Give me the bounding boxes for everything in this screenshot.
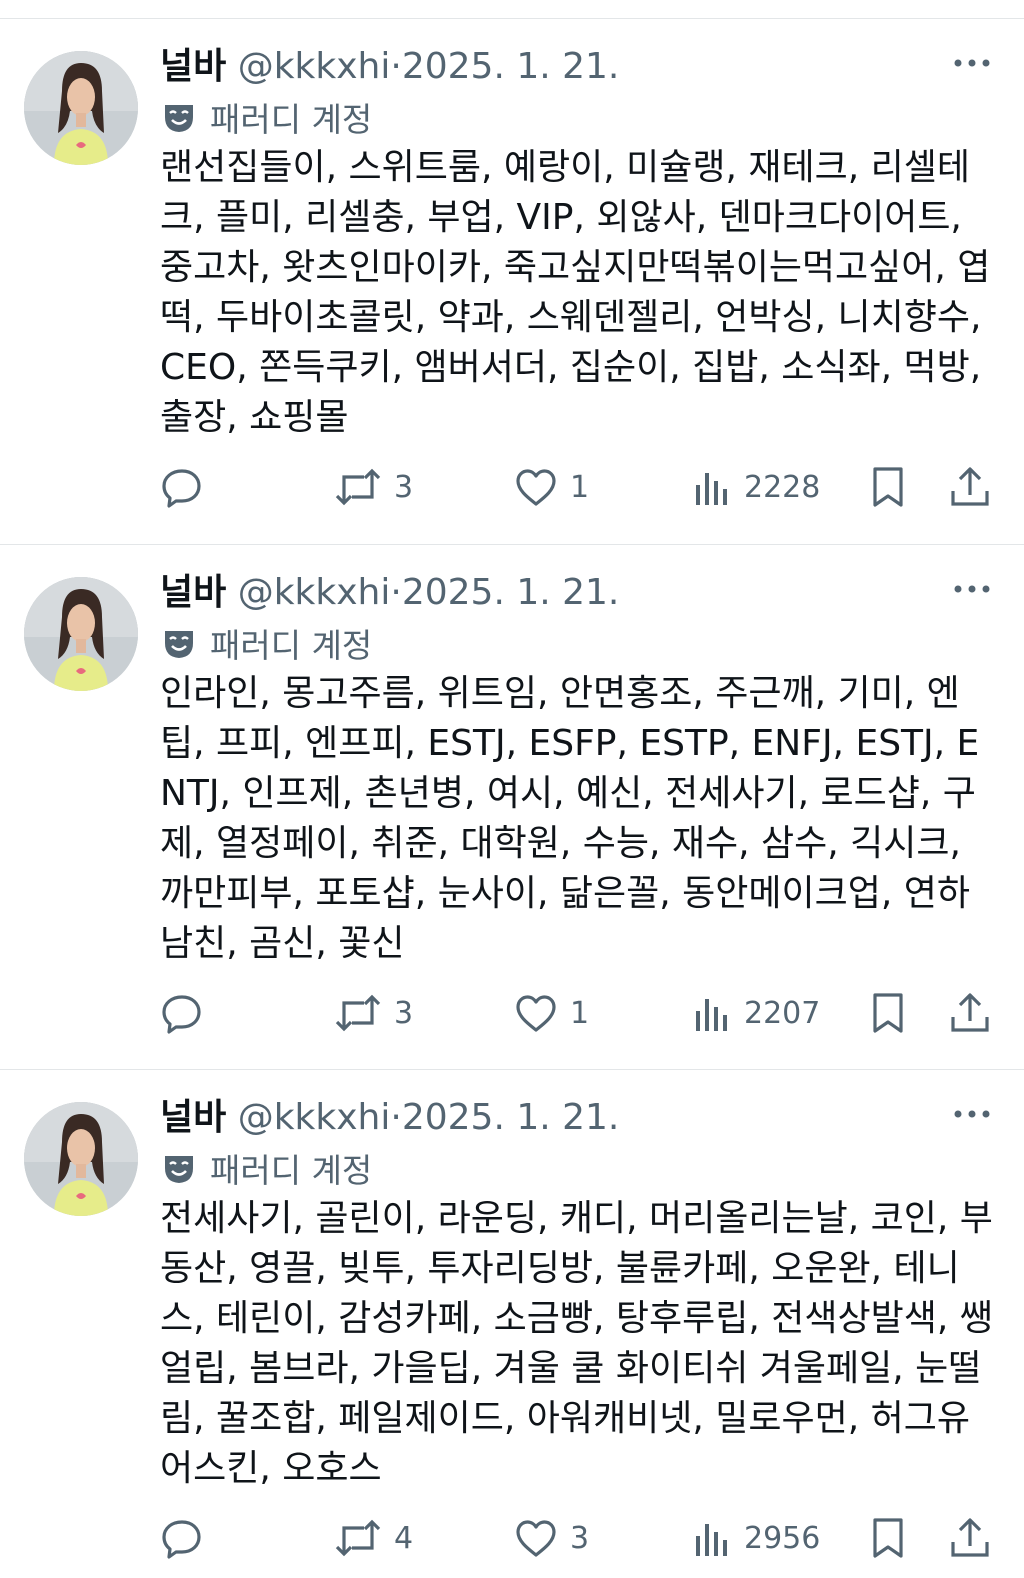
share-button[interactable] [948, 1510, 992, 1566]
parody-mask-icon [165, 631, 193, 658]
like-button[interactable]: 1 [514, 985, 589, 1041]
avatar-photo [24, 51, 138, 165]
tweet-text: 인라인, 몽고주름, 위트임, 안면홍조, 주근깨, 기미, 엔팁, 프피, 엔… [160, 673, 980, 964]
bookmark-button[interactable] [868, 985, 908, 1041]
avatar[interactable] [24, 577, 138, 691]
separator: · [390, 572, 402, 613]
timestamp[interactable]: 2025. 1. 21. [402, 46, 620, 87]
bookmark-icon [873, 467, 903, 507]
parody-label: 패러디 계정 [210, 626, 373, 665]
views-count: 2956 [744, 1520, 821, 1556]
views-icon [696, 473, 727, 505]
retweet-button[interactable]: 3 [334, 985, 413, 1041]
bookmark-button[interactable] [868, 1510, 908, 1566]
handle[interactable]: @kkkxhi [238, 46, 391, 87]
tweet-header: 널바 @kkkxhi·2025. 1. 21. [160, 1096, 619, 1140]
parody-badge: 패러디 계정 [160, 95, 372, 139]
bookmark-icon [873, 993, 903, 1033]
parody-label: 패러디 계정 [210, 1151, 373, 1190]
parody-mask-icon [165, 1156, 193, 1183]
like-icon [516, 1520, 556, 1557]
retweet-button[interactable]: 4 [334, 1510, 413, 1566]
retweet-count: 4 [394, 1520, 414, 1556]
timestamp[interactable]: 2025. 1. 21. [402, 572, 620, 613]
share-icon [951, 1518, 989, 1557]
avatar-photo [24, 577, 138, 691]
bookmark-button[interactable] [868, 459, 908, 515]
display-name[interactable]: 널바 [160, 46, 226, 87]
views-button[interactable]: 2228 [692, 459, 820, 515]
like-button[interactable]: 1 [514, 459, 589, 515]
retweet-icon [335, 468, 381, 506]
views-button[interactable]: 2956 [692, 1510, 820, 1566]
like-icon [516, 995, 556, 1032]
views-count: 2207 [744, 995, 821, 1031]
like-count: 1 [570, 995, 590, 1031]
views-icon [696, 999, 727, 1031]
tweet[interactable]: 널바 @kkkxhi·2025. 1. 21. 패러디 계정 랜선집들이, 스위… [0, 19, 1024, 539]
separator: · [390, 1097, 402, 1138]
retweet-icon [335, 1519, 381, 1557]
avatar[interactable] [24, 51, 138, 165]
views-count: 2228 [744, 469, 821, 505]
tweet-actions: 3 1 2207 [160, 985, 1000, 1041]
avatar-photo [24, 1102, 138, 1216]
reply-button[interactable] [160, 1510, 204, 1566]
more-icon[interactable] [952, 579, 992, 599]
parody-mask-icon [165, 105, 193, 132]
separator: · [390, 46, 402, 87]
tweet-header: 널바 @kkkxhi·2025. 1. 21. [160, 45, 619, 89]
parody-badge: 패러디 계정 [160, 1146, 372, 1190]
tweet-actions: 3 1 2228 [160, 459, 1000, 515]
timestamp[interactable]: 2025. 1. 21. [402, 1097, 620, 1138]
avatar[interactable] [24, 1102, 138, 1216]
reply-icon [162, 1520, 201, 1559]
retweet-count: 3 [394, 469, 414, 505]
share-icon [951, 467, 989, 506]
tweet-text: 랜선집들이, 스위트룸, 예랑이, 미슐랭, 재테크, 리셀테크, 플미, 리셀… [160, 147, 991, 438]
views-icon [696, 1524, 727, 1556]
like-icon [516, 469, 556, 506]
tweet-header: 널바 @kkkxhi·2025. 1. 21. [160, 571, 619, 615]
tweet[interactable]: 널바 @kkkxhi·2025. 1. 21. 패러디 계정 인라인, 몽고주름… [0, 545, 1024, 1065]
views-button[interactable]: 2207 [692, 985, 820, 1041]
display-name[interactable]: 널바 [160, 572, 226, 613]
reply-button[interactable] [160, 459, 204, 515]
share-button[interactable] [948, 459, 992, 515]
display-name[interactable]: 널바 [160, 1097, 226, 1138]
parody-label: 패러디 계정 [210, 100, 373, 139]
tweet-text: 전세사기, 골린이, 라운딩, 캐디, 머리올리는날, 코인, 부동산, 영끌,… [160, 1198, 993, 1489]
reply-icon [162, 995, 201, 1034]
tweet[interactable]: 널바 @kkkxhi·2025. 1. 21. 패러디 계정 전세사기, 골린이… [0, 1070, 1024, 1578]
retweet-icon [335, 994, 381, 1032]
bookmark-icon [873, 1518, 903, 1558]
reply-button[interactable] [160, 985, 204, 1041]
handle[interactable]: @kkkxhi [238, 1097, 391, 1138]
tweet-feed: 널바 @kkkxhi·2025. 1. 21. 패러디 계정 랜선집들이, 스위… [0, 0, 1024, 1578]
like-count: 3 [570, 1520, 590, 1556]
tweet-actions: 4 3 2956 [160, 1510, 1000, 1566]
more-icon[interactable] [952, 53, 992, 73]
share-button[interactable] [948, 985, 992, 1041]
more-icon[interactable] [952, 1104, 992, 1124]
share-icon [951, 993, 989, 1032]
parody-badge: 패러디 계정 [160, 621, 372, 665]
handle[interactable]: @kkkxhi [238, 572, 391, 613]
like-button[interactable]: 3 [514, 1510, 589, 1566]
retweet-count: 3 [394, 995, 414, 1031]
retweet-button[interactable]: 3 [334, 459, 413, 515]
like-count: 1 [570, 469, 590, 505]
reply-icon [162, 469, 201, 508]
